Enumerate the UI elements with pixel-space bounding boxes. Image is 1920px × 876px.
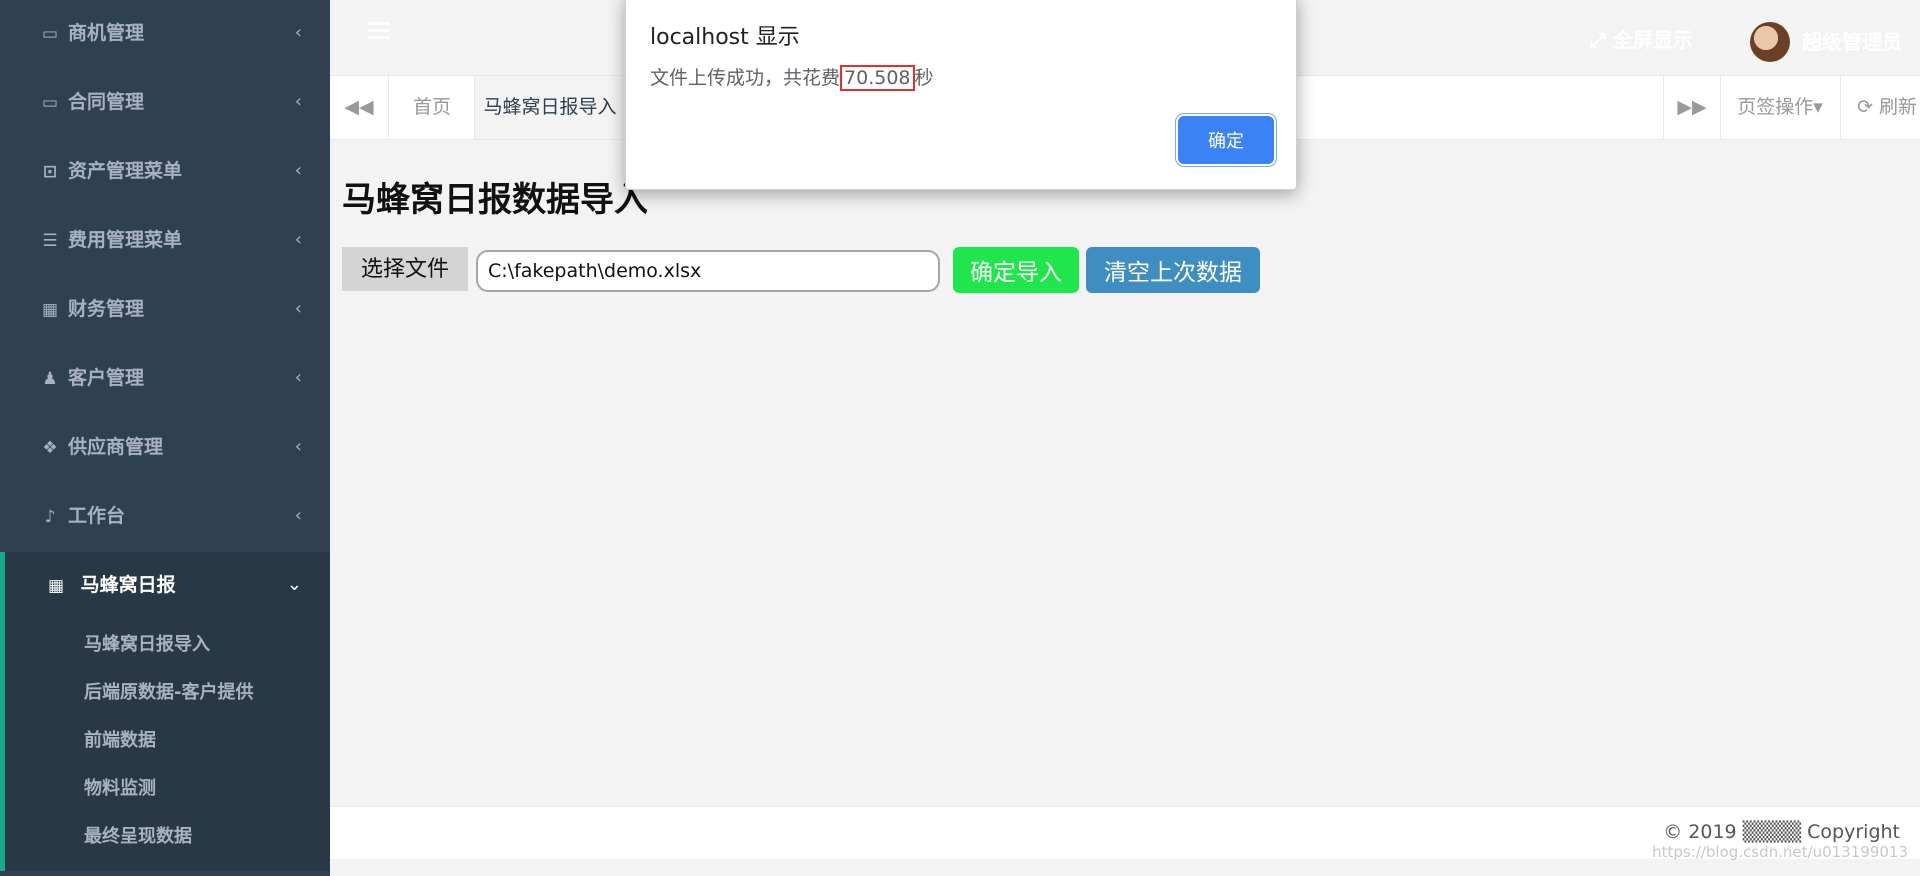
- sidebar-subitem-import[interactable]: 马蜂窝日报导入: [5, 621, 330, 669]
- fullscreen-label: 全屏显示: [1612, 28, 1693, 52]
- clear-last-data-button[interactable]: 清空上次数据: [1086, 247, 1260, 293]
- chevron-left-icon: ‹: [294, 91, 302, 112]
- sidebar-item-0[interactable]: ▭ 商机管理 ‹: [0, 0, 330, 69]
- username[interactable]: 超级管理员: [1802, 26, 1902, 55]
- page-title: 马蜂窝日报数据导入: [342, 180, 648, 220]
- sidebar-group-mafengwo: ▦ 马蜂窝日报 ⌄ 马蜂窝日报导入 后端原数据-客户提供 前端数据 物料监测 最…: [0, 552, 330, 871]
- alert-dialog: localhost 显示 文件上传成功，共花费 70.508 秒 确定: [625, 0, 1297, 190]
- database-icon: ☰: [42, 231, 58, 251]
- tabs-scroll-right-button[interactable]: ▶▶: [1663, 76, 1721, 139]
- watermark-text: https://blog.csdn.net/u013199013: [1652, 843, 1908, 861]
- tab-mafengwo-import[interactable]: 马蜂窝日报导入: [475, 76, 626, 139]
- calendar-icon: ▦: [47, 576, 65, 596]
- sidebar-item-label: 商机管理: [68, 22, 145, 44]
- chevron-left-icon: ‹: [294, 160, 302, 181]
- sidebar-subitem-material-monitor[interactable]: 物料监测: [5, 765, 330, 813]
- sidebar-item-label: 客户管理: [68, 367, 145, 389]
- battery-icon: ▭: [41, 93, 59, 113]
- dialog-message-prefix: 文件上传成功，共花费: [650, 67, 841, 89]
- sidebar-item-label: 供应商管理: [68, 436, 164, 458]
- sidebar-item-mafengwo[interactable]: ▦ 马蜂窝日报 ⌄: [5, 552, 330, 621]
- copyright-text: © 2019 ▒▒▒▒ Copyright: [1663, 821, 1900, 843]
- choose-file-button[interactable]: 选择文件: [342, 247, 468, 291]
- card-icon: ▭: [41, 24, 59, 44]
- cubes-icon: ❖: [42, 438, 58, 458]
- tabs-scroll-left-button[interactable]: ◀◀: [330, 76, 389, 139]
- double-chevron-right-icon: ▶▶: [1677, 96, 1707, 118]
- dialog-message: 文件上传成功，共花费 70.508 秒: [650, 63, 934, 91]
- sidebar-item-1[interactable]: ▭ 合同管理 ‹: [0, 69, 330, 138]
- sidebar-item-label: 资产管理菜单: [68, 160, 183, 182]
- money-icon: ⊡: [42, 162, 58, 182]
- chevron-left-icon: ‹: [294, 298, 302, 319]
- expand-icon: ⤢: [1590, 28, 1613, 52]
- sidebar-item-label: 工作台: [68, 505, 126, 527]
- sidebar: ▭ 商机管理 ‹ ▭ 合同管理 ‹ ⊡ 资产管理菜单 ‹ ☰ 费用管理菜单 ‹ ▦ 财务管理 ‹ ♟ 客户管理 ‹…: [0, 0, 330, 876]
- sidebar-item-label: 合同管理: [68, 91, 145, 113]
- sidebar-subitem-backend-data[interactable]: 后端原数据-客户提供: [5, 669, 330, 717]
- calculator-icon: ▦: [41, 300, 59, 320]
- chevron-down-icon: ⌄: [286, 574, 302, 595]
- dialog-elapsed-seconds: 70.508: [840, 65, 915, 91]
- sidebar-subitem-final-data[interactable]: 最终呈现数据: [5, 813, 330, 861]
- bell-icon: ♪: [44, 507, 56, 527]
- fullscreen-button[interactable]: ⤢ 全屏显示: [1590, 24, 1693, 53]
- chevron-left-icon: ‹: [294, 22, 302, 43]
- chevron-left-icon: ‹: [294, 367, 302, 388]
- chevron-left-icon: ‹: [294, 436, 302, 457]
- avatar[interactable]: [1750, 22, 1790, 62]
- dialog-ok-button[interactable]: 确定: [1178, 116, 1274, 164]
- file-path-input[interactable]: [476, 250, 940, 292]
- sidebar-item-3[interactable]: ☰ 费用管理菜单 ‹: [0, 207, 330, 276]
- sidebar-subitem-frontend-data[interactable]: 前端数据: [5, 717, 330, 765]
- confirm-import-button[interactable]: 确定导入: [953, 247, 1079, 293]
- tab-operations-dropdown[interactable]: 页签操作▾: [1720, 76, 1841, 139]
- sidebar-item-2[interactable]: ⊡ 资产管理菜单 ‹: [0, 138, 330, 207]
- double-chevron-left-icon: ◀◀: [344, 96, 374, 118]
- sidebar-item-label: 费用管理菜单: [68, 229, 183, 251]
- sidebar-item-label: 财务管理: [68, 298, 145, 320]
- footer: © 2019 ▒▒▒▒ Copyright https://blog.csdn.…: [330, 806, 1920, 861]
- sidebar-item-7[interactable]: ♪ 工作台 ‹: [0, 483, 330, 552]
- menu-toggle-icon[interactable]: [368, 22, 390, 39]
- sidebar-item-label: 马蜂窝日报: [80, 574, 176, 596]
- sidebar-item-4[interactable]: ▦ 财务管理 ‹: [0, 276, 330, 345]
- user-plus-icon: ♟: [42, 369, 58, 389]
- sidebar-item-6[interactable]: ❖ 供应商管理 ‹: [0, 414, 330, 483]
- dialog-message-suffix: 秒: [914, 67, 934, 89]
- dialog-title: localhost 显示: [650, 25, 800, 50]
- sidebar-item-5[interactable]: ♟ 客户管理 ‹: [0, 345, 330, 414]
- chevron-left-icon: ‹: [294, 229, 302, 250]
- tab-refresh-button[interactable]: ⟳ 刷新: [1842, 76, 1920, 139]
- tab-home[interactable]: 首页: [390, 76, 475, 139]
- chevron-left-icon: ‹: [294, 505, 302, 526]
